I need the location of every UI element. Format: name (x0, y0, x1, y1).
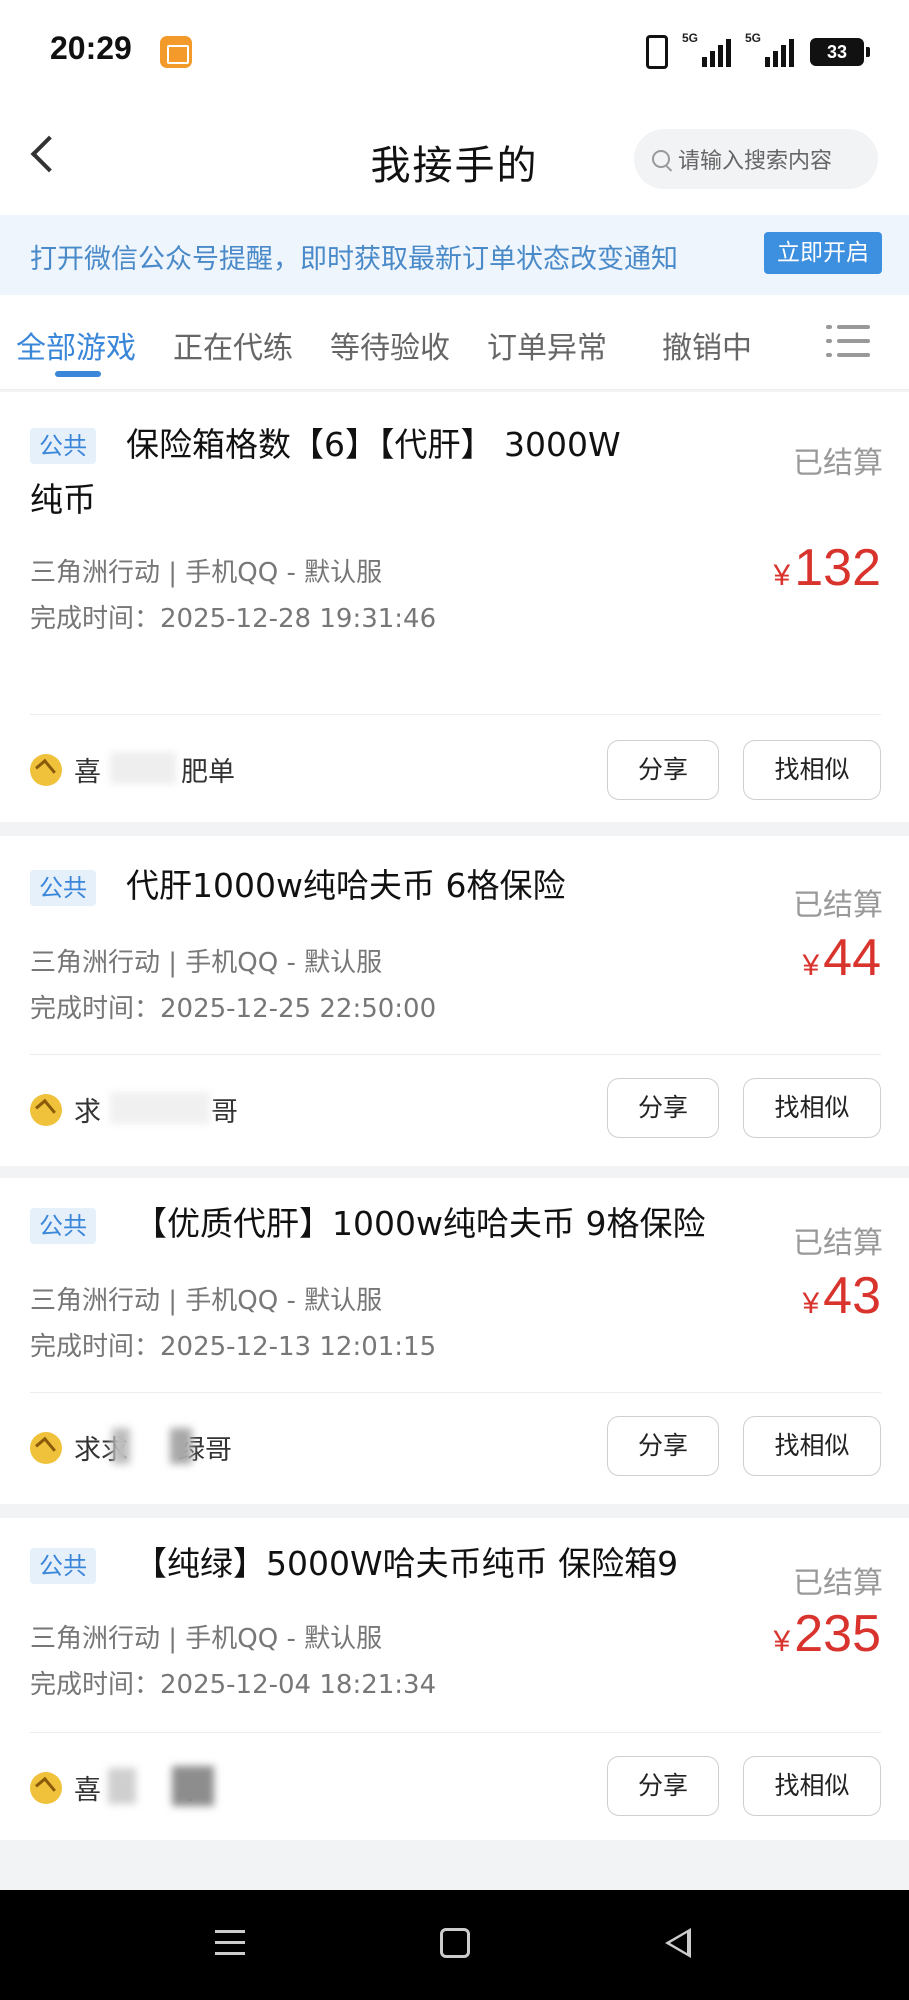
redacted-blur (112, 1428, 130, 1464)
redacted-blur (110, 752, 176, 784)
tab-revoking[interactable]: 撤销中 (662, 323, 752, 367)
order-title: 【纯绿】5000W哈夫币纯币 保险箱9 (134, 1544, 679, 1583)
redacted-blur (108, 1768, 136, 1804)
network-type-label: 5G (682, 31, 699, 45)
divider (30, 714, 881, 715)
calendar-icon (160, 36, 192, 68)
tab-awaiting-acceptance[interactable]: 等待验收 (330, 323, 450, 367)
notice-text: 打开微信公众号提醒，即时获取最新订单状态改变通知 (30, 244, 678, 275)
finish-time: 完成时间：2025-12-13 12:01:15 (30, 1332, 437, 1362)
order-status: 已结算 (793, 446, 883, 481)
order-title: 【优质代肝】1000w纯哈夫币 9格保险 (134, 1204, 706, 1243)
public-badge: 公共 (30, 1548, 96, 1584)
game-info: 三角洲行动 | 手机QQ - 默认服 (30, 1624, 383, 1654)
tab-all-games[interactable]: 全部游戏 (16, 323, 136, 367)
tab-order-exception[interactable]: 订单异常 (487, 323, 607, 367)
redacted-blur (170, 1428, 192, 1464)
order-card[interactable]: 公共 保险箱格数【6】【代肝】 3000W 纯币 已结算 三角洲行动 | 手机Q… (0, 392, 909, 822)
find-similar-button[interactable]: 找相似 (743, 740, 881, 800)
share-button[interactable]: 分享 (607, 1078, 719, 1138)
game-info: 三角洲行动 | 手机QQ - 默认服 (30, 558, 383, 588)
order-card[interactable]: 公共 代肝1000w纯哈夫币 6格保险 已结算 三角洲行动 | 手机QQ - 默… (0, 836, 909, 1166)
game-info: 三角洲行动 | 手机QQ - 默认服 (30, 948, 383, 978)
redacted-blur (172, 1766, 214, 1806)
wechat-notice-banner: 打开微信公众号提醒，即时获取最新订单状态改变通知 立即开启 (0, 215, 909, 295)
recent-apps-icon[interactable] (215, 1930, 245, 1956)
signal-icon: 5G (745, 31, 794, 67)
status-time: 20:29 (50, 30, 132, 66)
seller-avatar-icon (30, 1432, 62, 1464)
seller-avatar-icon (30, 1772, 62, 1804)
finish-time: 完成时间：2025-12-28 19:31:46 (30, 604, 437, 634)
public-badge: 公共 (30, 870, 96, 906)
find-similar-button[interactable]: 找相似 (743, 1756, 881, 1816)
order-price: ¥132 (773, 539, 881, 597)
share-button[interactable]: 分享 (607, 1416, 719, 1476)
share-button[interactable]: 分享 (607, 1756, 719, 1816)
status-bar: 20:29 5G 5G 33 (0, 0, 909, 105)
list-menu-icon[interactable] (826, 323, 870, 359)
seller-avatar-icon (30, 1094, 62, 1126)
find-similar-button[interactable]: 找相似 (743, 1078, 881, 1138)
battery-icon: 33 (810, 38, 870, 66)
order-card[interactable]: 公共 【优质代肝】1000w纯哈夫币 9格保险 已结算 三角洲行动 | 手机QQ… (0, 1178, 909, 1504)
divider (30, 1054, 881, 1055)
seller-name: 求求 绿哥 (74, 1435, 232, 1466)
redacted-blur (110, 1092, 210, 1124)
share-button[interactable]: 分享 (607, 740, 719, 800)
order-price: ¥43 (802, 1267, 881, 1325)
find-similar-button[interactable]: 找相似 (743, 1416, 881, 1476)
game-info: 三角洲行动 | 手机QQ - 默认服 (30, 1286, 383, 1316)
order-status: 已结算 (793, 1226, 883, 1261)
vibrate-icon (646, 35, 668, 69)
order-price: ¥235 (773, 1605, 881, 1663)
system-icons: 5G 5G 33 (646, 31, 870, 70)
order-status: 已结算 (793, 888, 883, 923)
order-title-continued: 纯币 (30, 480, 96, 519)
active-tab-indicator (55, 371, 101, 377)
search-icon (652, 150, 670, 168)
finish-time: 完成时间：2025-12-04 18:21:34 (30, 1670, 437, 1700)
search-input[interactable]: 请输入搜索内容 (634, 129, 878, 189)
header-bar: 我接手的 请输入搜索内容 (0, 105, 909, 215)
back-triangle-icon[interactable] (665, 1928, 691, 1958)
filter-tabs: 全部游戏 正在代练 等待验收 订单异常 撤销中 (0, 295, 909, 390)
tab-in-progress[interactable]: 正在代练 (173, 323, 293, 367)
signal-icon: 5G (682, 31, 731, 67)
home-icon[interactable] (440, 1928, 470, 1958)
order-price: ¥44 (802, 929, 881, 987)
order-title: 保险箱格数【6】【代肝】 3000W (126, 425, 621, 464)
divider (30, 1732, 881, 1733)
order-status: 已结算 (793, 1566, 883, 1601)
enable-now-button[interactable]: 立即开启 (764, 232, 882, 274)
search-placeholder: 请输入搜索内容 (678, 149, 833, 174)
divider (30, 1392, 881, 1393)
finish-time: 完成时间：2025-12-25 22:50:00 (30, 994, 437, 1024)
order-card[interactable]: 公共 【纯绿】5000W哈夫币纯币 保险箱9 已结算 三角洲行动 | 手机QQ … (0, 1518, 909, 1840)
order-title: 代肝1000w纯哈夫币 6格保险 (126, 866, 566, 905)
public-badge: 公共 (30, 1208, 96, 1244)
seller-avatar-icon (30, 754, 62, 786)
system-navigation-bar (0, 1890, 909, 2000)
public-badge: 公共 (30, 428, 96, 464)
network-type-label: 5G (745, 31, 762, 45)
